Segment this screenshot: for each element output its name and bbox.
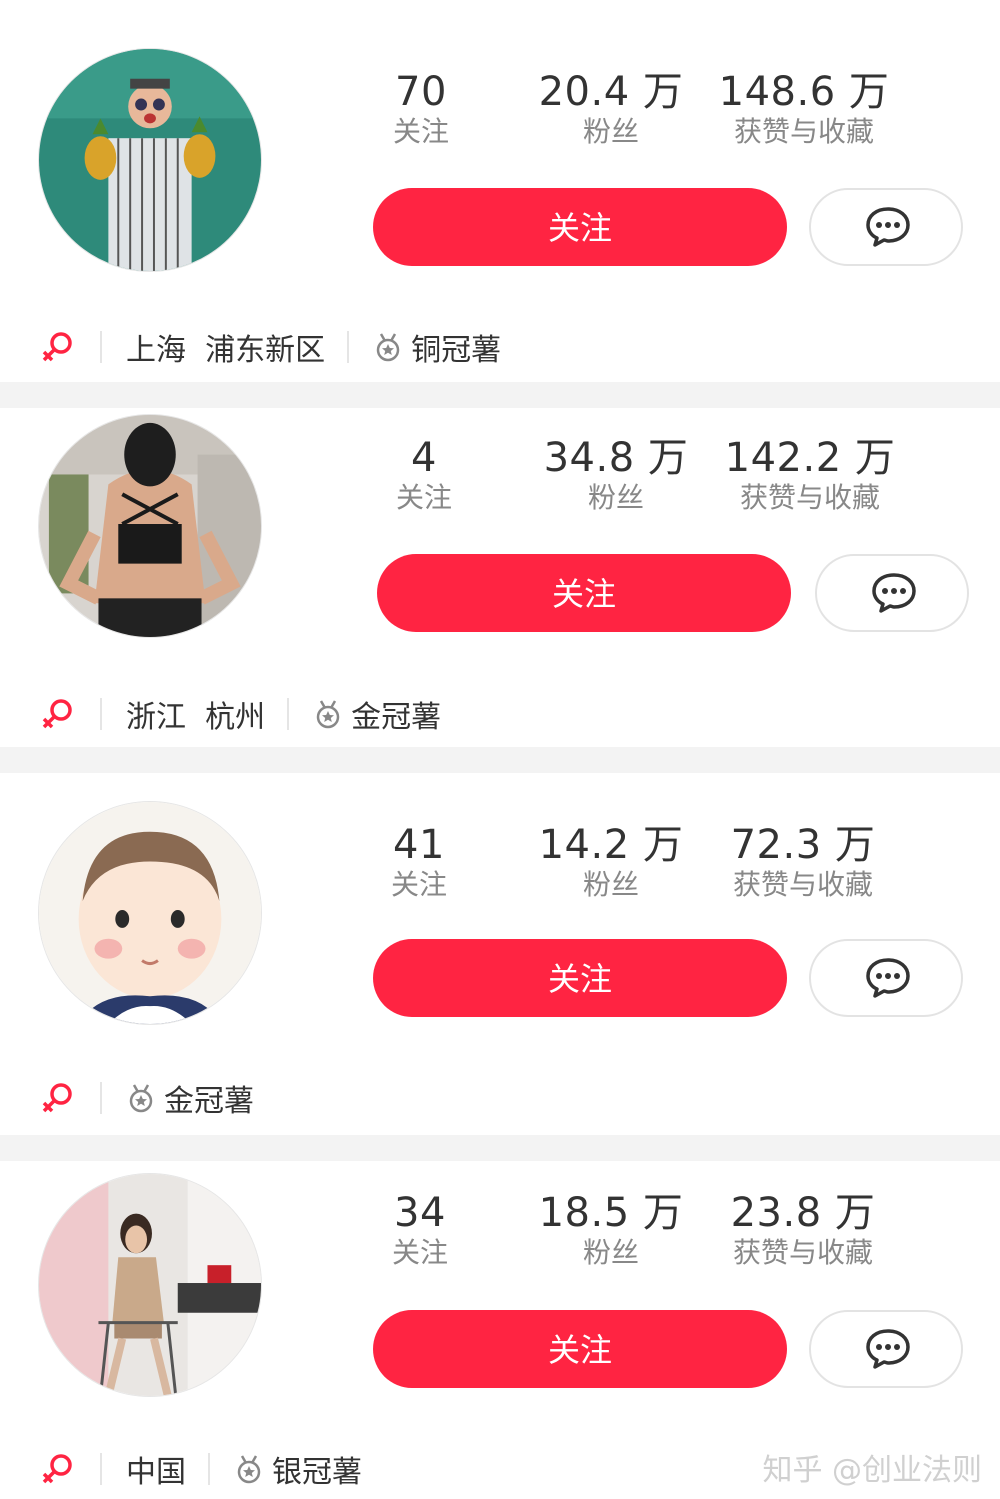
message-button[interactable]: [815, 554, 969, 632]
stat-likes-collects[interactable]: 23.8 万 获赞与收藏: [703, 1191, 903, 1271]
stat-label: 获赞与收藏: [732, 1236, 873, 1269]
stat-label: 获赞与收藏: [739, 481, 880, 514]
level-badge[interactable]: 铜冠薯: [373, 325, 501, 369]
stat-likes-collects[interactable]: 148.6 万 获赞与收藏: [704, 70, 904, 150]
level-badge[interactable]: 金冠薯: [126, 1076, 254, 1120]
stat-value: 148.6 万: [718, 69, 890, 115]
avatar-image: [39, 49, 261, 271]
stat-label: 粉丝: [582, 868, 639, 901]
chat-bubble-icon: [866, 958, 910, 998]
chat-bubble-icon: [872, 573, 916, 613]
follow-button[interactable]: 关注: [373, 1310, 787, 1388]
stat-label: 获赞与收藏: [733, 115, 874, 148]
message-button[interactable]: [809, 1310, 963, 1388]
stat-label: 关注: [395, 481, 452, 514]
badge-label: 金冠薯: [164, 1084, 254, 1119]
stat-value: 14.2 万: [538, 822, 684, 868]
stat-value: 142.2 万: [724, 435, 896, 481]
avatar[interactable]: [38, 801, 262, 1025]
chat-bubble-icon: [866, 1329, 910, 1369]
female-icon: [42, 332, 72, 362]
follow-button[interactable]: 关注: [373, 939, 787, 1017]
stat-followers[interactable]: 14.2 万 粉丝: [511, 823, 711, 903]
profile-info-row: 中国 银冠薯: [38, 1444, 362, 1494]
divider: [100, 1453, 102, 1485]
stat-label: 关注: [390, 868, 447, 901]
stat-following[interactable]: 41 关注: [319, 823, 519, 903]
stat-label: 获赞与收藏: [732, 868, 873, 901]
level-badge[interactable]: 金冠薯: [313, 692, 441, 736]
badge-label: 银冠薯: [272, 1455, 362, 1490]
chat-bubble-icon: [866, 207, 910, 247]
female-icon: [42, 1454, 72, 1484]
profile-card: 41 关注 14.2 万 粉丝 72.3 万 获赞与收藏 关注 金冠薯: [0, 773, 1000, 1135]
avatar[interactable]: [38, 48, 262, 272]
stat-followers[interactable]: 34.8 万 粉丝: [516, 436, 716, 516]
female-icon: [42, 699, 72, 729]
stat-label: 粉丝: [582, 115, 639, 148]
card-separator: [0, 382, 1000, 408]
divider: [100, 1082, 102, 1114]
stat-following[interactable]: 70 关注: [321, 70, 521, 150]
avatar-image: [39, 415, 261, 637]
profile-info-row: 金冠薯: [38, 1073, 254, 1123]
card-separator: [0, 747, 1000, 773]
stat-followers[interactable]: 20.4 万 粉丝: [511, 70, 711, 150]
stat-likes-collects[interactable]: 72.3 万 获赞与收藏: [703, 823, 903, 903]
message-button[interactable]: [809, 939, 963, 1017]
stat-likes-collects[interactable]: 142.2 万 获赞与收藏: [710, 436, 910, 516]
avatar-image: [39, 802, 261, 1024]
divider: [100, 698, 102, 730]
stat-value: 18.5 万: [538, 1190, 684, 1236]
stat-value: 4: [411, 435, 437, 481]
location-text: 上海 浦东新区: [126, 333, 326, 368]
avatar[interactable]: [38, 414, 262, 638]
follow-button[interactable]: 关注: [377, 554, 791, 632]
stat-following[interactable]: 4 关注: [324, 436, 524, 516]
stat-label: 粉丝: [582, 1236, 639, 1269]
stat-value: 34: [394, 1190, 446, 1236]
stat-label: 粉丝: [587, 481, 644, 514]
medal-icon: [316, 700, 340, 729]
stat-label: 关注: [391, 1236, 448, 1269]
card-separator: [0, 1135, 1000, 1161]
location-text: 中国: [126, 1455, 186, 1490]
follow-button[interactable]: 关注: [373, 188, 787, 266]
avatar[interactable]: [38, 1173, 262, 1397]
divider: [100, 331, 102, 363]
watermark: 知乎 @创业法则: [762, 1453, 982, 1488]
stat-value: 72.3 万: [730, 822, 876, 868]
divider: [287, 698, 290, 730]
location-text: 浙江 杭州: [126, 700, 266, 735]
medal-icon: [376, 333, 400, 362]
stat-value: 34.8 万: [543, 435, 689, 481]
divider: [208, 1453, 210, 1485]
avatar-image: [39, 1174, 261, 1396]
message-button[interactable]: [809, 188, 963, 266]
stat-value: 41: [393, 822, 445, 868]
profile-card: 4 关注 34.8 万 粉丝 142.2 万 获赞与收藏 关注 浙江 杭州 金冠…: [0, 408, 1000, 747]
divider: [347, 331, 350, 363]
stat-value: 20.4 万: [538, 69, 684, 115]
profile-info-row: 浙江 杭州 金冠薯: [38, 689, 441, 739]
stat-followers[interactable]: 18.5 万 粉丝: [511, 1191, 711, 1271]
stat-value: 23.8 万: [730, 1190, 876, 1236]
badge-label: 铜冠薯: [411, 333, 502, 368]
level-badge[interactable]: 银冠薯: [234, 1447, 362, 1491]
profile-card: 70 关注 20.4 万 粉丝 148.6 万 获赞与收藏 关注 上海 浦东新区: [0, 0, 1000, 382]
badge-label: 金冠薯: [351, 700, 442, 735]
stat-following[interactable]: 34 关注: [320, 1191, 520, 1271]
female-icon: [42, 1083, 72, 1113]
medal-icon: [237, 1455, 261, 1484]
stat-value: 70: [395, 69, 447, 115]
profile-info-row: 上海 浦东新区 铜冠薯: [38, 322, 501, 372]
stat-label: 关注: [392, 115, 449, 148]
medal-icon: [129, 1084, 153, 1113]
